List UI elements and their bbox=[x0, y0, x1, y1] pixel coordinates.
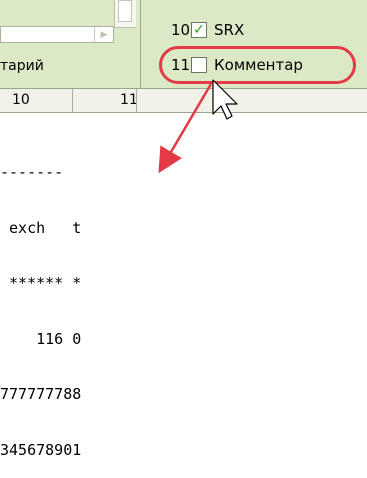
vertical-scrollbar[interactable] bbox=[114, 0, 136, 28]
text-line: 116 0 bbox=[0, 329, 82, 348]
item-label: SRX bbox=[214, 21, 245, 39]
checkmark-icon: ✓ bbox=[193, 22, 205, 38]
column-header: 10 bbox=[12, 92, 30, 108]
text-line: exch t bbox=[0, 218, 82, 237]
column-divider bbox=[72, 89, 73, 112]
grid-header: 10 11 bbox=[0, 88, 367, 113]
text-line: 345678901 bbox=[0, 440, 82, 459]
checkbox[interactable]: ✓ bbox=[191, 22, 207, 38]
highlight-ellipse bbox=[159, 46, 356, 84]
scrollbar-thumb[interactable] bbox=[118, 0, 132, 22]
horizontal-scrollbar[interactable]: ▶ bbox=[0, 26, 114, 43]
column-label: тарий bbox=[0, 58, 44, 74]
column-divider bbox=[136, 89, 137, 112]
text-output: ------- exch t ****** * 116 0 777777788 … bbox=[0, 126, 81, 478]
text-line: ------- bbox=[0, 163, 64, 181]
item-number: 10 bbox=[171, 21, 191, 39]
checklist-item-srx[interactable]: 10 ✓ SRX bbox=[171, 20, 244, 40]
scroll-right-arrow-icon[interactable]: ▶ bbox=[94, 27, 113, 42]
left-control: ▶ bbox=[0, 0, 136, 52]
text-line: 777777788 bbox=[0, 385, 82, 403]
text-line: ****** * bbox=[0, 274, 82, 292]
